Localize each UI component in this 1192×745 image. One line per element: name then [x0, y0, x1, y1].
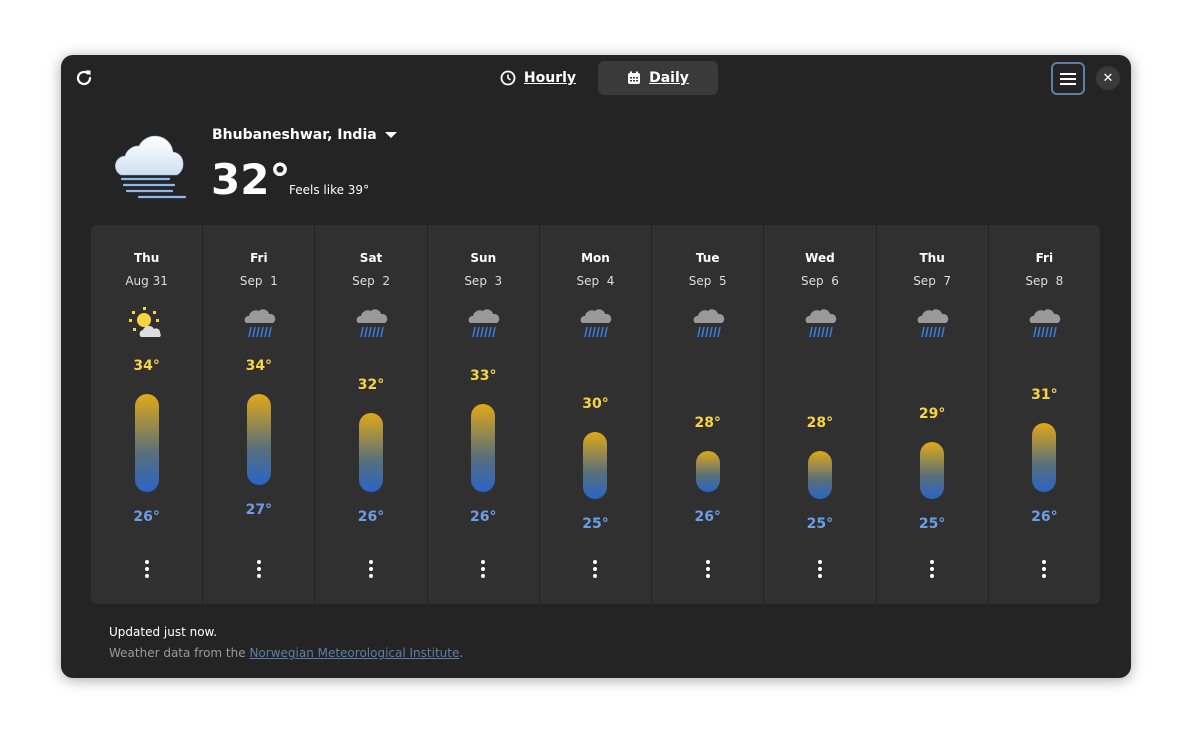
temp-range-bar	[583, 432, 608, 499]
temp-range-bar	[1032, 422, 1057, 492]
day-column: Fri Sep 8 31° 26°	[987, 225, 1100, 604]
more-details-button[interactable]	[361, 557, 381, 581]
day-name: Tue	[695, 251, 720, 265]
high-temp: 32°	[357, 377, 385, 393]
partly-sunny-icon	[128, 307, 165, 343]
high-temp: 30°	[582, 396, 609, 412]
day-column: Mon Sep 4 30° 25°	[538, 225, 651, 604]
low-temp: 26°	[357, 509, 385, 525]
rain-icon	[242, 307, 276, 343]
low-temp: 27°	[245, 502, 273, 518]
calendar-icon	[628, 71, 641, 84]
day-date: Sep 3	[464, 274, 503, 288]
close-button[interactable]: ✕	[1096, 66, 1120, 90]
more-details-button[interactable]	[137, 557, 157, 581]
day-date: Sep 7	[913, 274, 952, 288]
hamburger-icon	[1060, 72, 1076, 85]
location-name: Bhubaneshwar, India	[212, 127, 377, 143]
day-name: Sun	[470, 251, 497, 265]
main-menu-button[interactable]	[1051, 62, 1085, 95]
low-temp: 25°	[918, 516, 946, 532]
tab-daily[interactable]: Daily	[598, 61, 718, 95]
high-temp: 33°	[470, 367, 497, 384]
temp-range-bar	[134, 394, 159, 492]
rain-icon	[578, 307, 612, 343]
rain-icon	[691, 307, 725, 343]
high-temp: 31°	[1031, 386, 1058, 403]
tab-daily-label: Daily	[649, 70, 689, 86]
chevron-down-icon	[384, 132, 397, 138]
day-date: Sep 2	[352, 274, 390, 288]
day-column: Thu Sep 7 29° 25°	[875, 225, 988, 604]
tab-hourly-label: Hourly	[523, 70, 577, 86]
low-temp: 26°	[1031, 509, 1058, 525]
day-name: Wed	[805, 251, 835, 265]
day-date: Sep 4	[576, 274, 615, 288]
low-temp: 26°	[470, 509, 497, 525]
low-temp: 26°	[133, 509, 160, 525]
rain-icon	[466, 307, 500, 343]
close-icon: ✕	[1102, 70, 1114, 86]
more-details-button[interactable]	[810, 557, 830, 581]
temp-range-bar	[920, 441, 945, 499]
day-name: Fri	[1035, 251, 1054, 265]
temp-range-bar	[246, 394, 271, 485]
view-tabs: Hourly Daily	[478, 61, 718, 95]
source-prefix: Weather data from the	[109, 646, 250, 660]
day-column: Fri Sep 1 34° 27°	[202, 225, 314, 604]
day-name: Mon	[581, 251, 610, 265]
clock-icon	[500, 70, 516, 86]
day-column: Sat Sep 2 32° 26°	[314, 225, 426, 604]
source-link[interactable]: Norwegian Meteorological Institute	[249, 646, 459, 660]
location-selector[interactable]: Bhubaneshwar, India	[212, 127, 397, 143]
feels-like: Feels like 39°	[289, 183, 370, 197]
day-column: Thu Aug 31 34° 26°	[91, 225, 202, 604]
more-details-button[interactable]	[249, 557, 269, 581]
rain-icon	[354, 307, 388, 343]
day-name: Fri	[250, 251, 268, 265]
high-temp: 34°	[133, 358, 160, 374]
more-details-button[interactable]	[922, 557, 942, 581]
daily-forecast: Thu Aug 31 34° 26° Fri Sep 1 34° 27° Sat…	[91, 225, 1100, 604]
day-date: Sep 5	[688, 274, 727, 288]
temp-range-bar	[471, 403, 496, 492]
data-source: Weather data from the Norwegian Meteorol…	[109, 646, 463, 660]
more-details-button[interactable]	[698, 557, 718, 581]
refresh-button[interactable]	[73, 67, 95, 89]
day-column: Wed Sep 6 28° 25°	[763, 225, 875, 604]
day-date: Aug 31	[125, 274, 168, 288]
source-suffix: .	[459, 646, 464, 660]
day-date: Sep 1	[239, 274, 278, 288]
low-temp: 25°	[806, 516, 834, 532]
refresh-icon	[76, 70, 92, 86]
more-details-button[interactable]	[585, 557, 605, 581]
day-column: Sun Sep 3 33° 26°	[426, 225, 539, 604]
rain-icon	[1027, 307, 1061, 343]
day-name: Thu	[919, 251, 945, 265]
temp-range-bar	[807, 451, 832, 499]
high-temp: 28°	[806, 415, 834, 431]
updated-status: Updated just now.	[109, 625, 218, 639]
rain-icon	[915, 307, 949, 343]
temp-range-bar	[359, 413, 384, 492]
day-date: Sep 6	[800, 274, 839, 288]
weather-window: Hourly Daily ✕ Bhubaneshwar, India 32° F…	[61, 55, 1131, 678]
more-details-button[interactable]	[473, 557, 493, 581]
rain-icon	[803, 307, 837, 343]
low-temp: 25°	[582, 516, 609, 532]
day-name: Sat	[359, 251, 383, 265]
current-temperature: 32°	[211, 155, 291, 204]
day-column: Tue Sep 5 28° 26°	[651, 225, 763, 604]
high-temp: 34°	[245, 358, 273, 374]
more-details-button[interactable]	[1034, 557, 1054, 581]
high-temp: 28°	[694, 415, 721, 431]
tab-hourly[interactable]: Hourly	[478, 61, 598, 95]
day-name: Thu	[133, 251, 160, 265]
temp-range-bar	[695, 451, 720, 492]
day-date: Sep 8	[1025, 274, 1064, 288]
fog-cloud-icon	[111, 127, 191, 206]
low-temp: 26°	[694, 509, 721, 525]
high-temp: 29°	[918, 405, 946, 422]
